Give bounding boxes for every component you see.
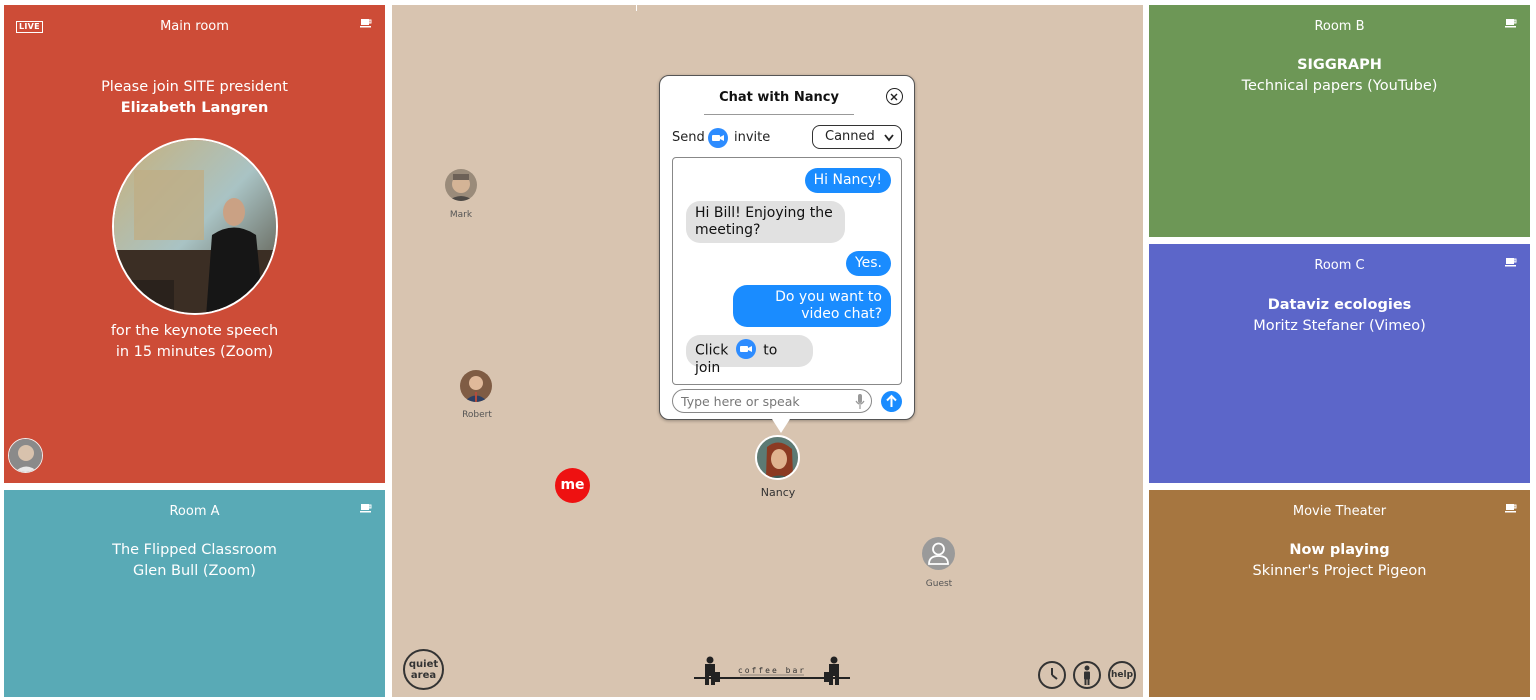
movie-line2: Skinner's Project Pigeon xyxy=(1252,563,1427,579)
main-room-line4: in 15 minutes (Zoom) xyxy=(115,344,274,360)
quiet-label: quiet xyxy=(408,659,439,670)
person-avatar-nancy[interactable] xyxy=(755,435,800,480)
room-c-title: Room C xyxy=(1314,258,1365,273)
speaker-name: Elizabeth Langren xyxy=(120,100,269,116)
chat-window[interactable]: Chat with Nancy Send invite Canned Hi Na… xyxy=(659,75,915,433)
coffee-cup-icon xyxy=(1505,504,1517,513)
microphone-icon[interactable] xyxy=(855,394,865,410)
room-a-line2: Glen Bull (Zoom) xyxy=(133,563,256,579)
canned-select[interactable]: Canned xyxy=(812,125,902,149)
send-label: Send xyxy=(672,130,705,145)
top-tick xyxy=(636,5,637,11)
message-input[interactable]: Type here or speak xyxy=(672,389,872,413)
arrow-up-icon xyxy=(886,394,897,407)
message-bubble-received: Hi Bill! Enjoying the meeting? xyxy=(686,201,845,243)
chat-title: Chat with Nancy xyxy=(704,90,854,115)
room-c-line2: Moritz Stefaner (Vimeo) xyxy=(1253,318,1426,334)
person-label-guest: Guest xyxy=(925,579,953,589)
room-c-line1: Dataviz ecologies xyxy=(1267,297,1412,313)
chat-tail xyxy=(772,419,790,433)
canned-label: Canned xyxy=(825,129,875,144)
click-label: Click xyxy=(695,342,729,359)
guest-avatar[interactable] xyxy=(922,537,955,570)
video-camera-icon[interactable] xyxy=(708,128,728,148)
room-a-title: Room A xyxy=(169,504,220,519)
coffee-cup-icon xyxy=(1505,258,1517,267)
chevron-down-icon xyxy=(884,134,894,142)
main-room-panel[interactable]: LIVE Main room Please join SITE presiden… xyxy=(4,5,385,483)
room-b-line1: SIGGRAPH xyxy=(1297,57,1382,73)
main-room-line3: for the keynote speech xyxy=(110,323,279,339)
room-a-line1: The Flipped Classroom xyxy=(112,542,277,558)
room-c-panel[interactable]: Room C Dataviz ecologies Moritz Stefaner… xyxy=(1149,244,1530,483)
message-list[interactable]: Hi Nancy! Hi Bill! Enjoying the meeting?… xyxy=(672,157,902,385)
movie-line1: Now playing xyxy=(1289,542,1390,558)
area-label: area xyxy=(410,670,437,681)
invite-label: invite xyxy=(734,130,771,145)
message-bubble-received: Click to join xyxy=(686,335,813,376)
message-bubble-sent: Do you want to video chat? xyxy=(733,285,891,327)
help-button[interactable]: help xyxy=(1108,661,1136,689)
person-label-mark: Mark xyxy=(449,210,473,220)
message-bubble-sent: Yes. xyxy=(845,251,891,276)
user-icon xyxy=(928,542,949,565)
main-room-line1: Please join SITE president xyxy=(101,79,288,95)
close-icon xyxy=(890,93,898,101)
main-room-title: Main room xyxy=(160,19,229,34)
coffee-cup-icon xyxy=(1505,19,1517,28)
coffee-cup-icon xyxy=(360,19,372,28)
coffee-bar[interactable]: coffee bar xyxy=(692,655,852,691)
input-placeholder: Type here or speak xyxy=(681,394,800,409)
close-button[interactable] xyxy=(886,88,903,105)
person-button[interactable] xyxy=(1073,661,1101,689)
room-b-line2: Technical papers (YouTube) xyxy=(1241,78,1438,94)
speaker-photo xyxy=(112,138,278,315)
person-icon xyxy=(1084,665,1090,685)
room-b-title: Room B xyxy=(1314,19,1365,34)
movie-theater-title: Movie Theater xyxy=(1292,504,1387,519)
join-video-icon[interactable] xyxy=(735,339,756,359)
person-avatar-robert[interactable] xyxy=(460,370,492,402)
coffee-bar-label: coffee bar xyxy=(737,666,807,675)
main-room-attendee-avatar[interactable] xyxy=(8,438,43,473)
person-avatar-mark[interactable] xyxy=(445,169,477,201)
clock-button[interactable] xyxy=(1038,661,1066,689)
movie-theater-panel[interactable]: Movie Theater Now playing Skinner's Proj… xyxy=(1149,490,1530,697)
send-button[interactable] xyxy=(881,391,902,412)
clock-icon xyxy=(1051,668,1058,680)
room-b-panel[interactable]: Room B SIGGRAPH Technical papers (YouTub… xyxy=(1149,5,1530,237)
room-a-panel[interactable]: Room A The Flipped Classroom Glen Bull (… xyxy=(4,490,385,697)
me-avatar[interactable]: me xyxy=(555,468,590,503)
person-label-nancy: Nancy xyxy=(760,486,796,499)
quiet-area-button[interactable]: quiet area xyxy=(403,649,444,690)
person-label-robert: Robert xyxy=(462,410,492,420)
message-bubble-sent: Hi Nancy! xyxy=(804,168,891,193)
coffee-cup-icon xyxy=(360,504,372,513)
